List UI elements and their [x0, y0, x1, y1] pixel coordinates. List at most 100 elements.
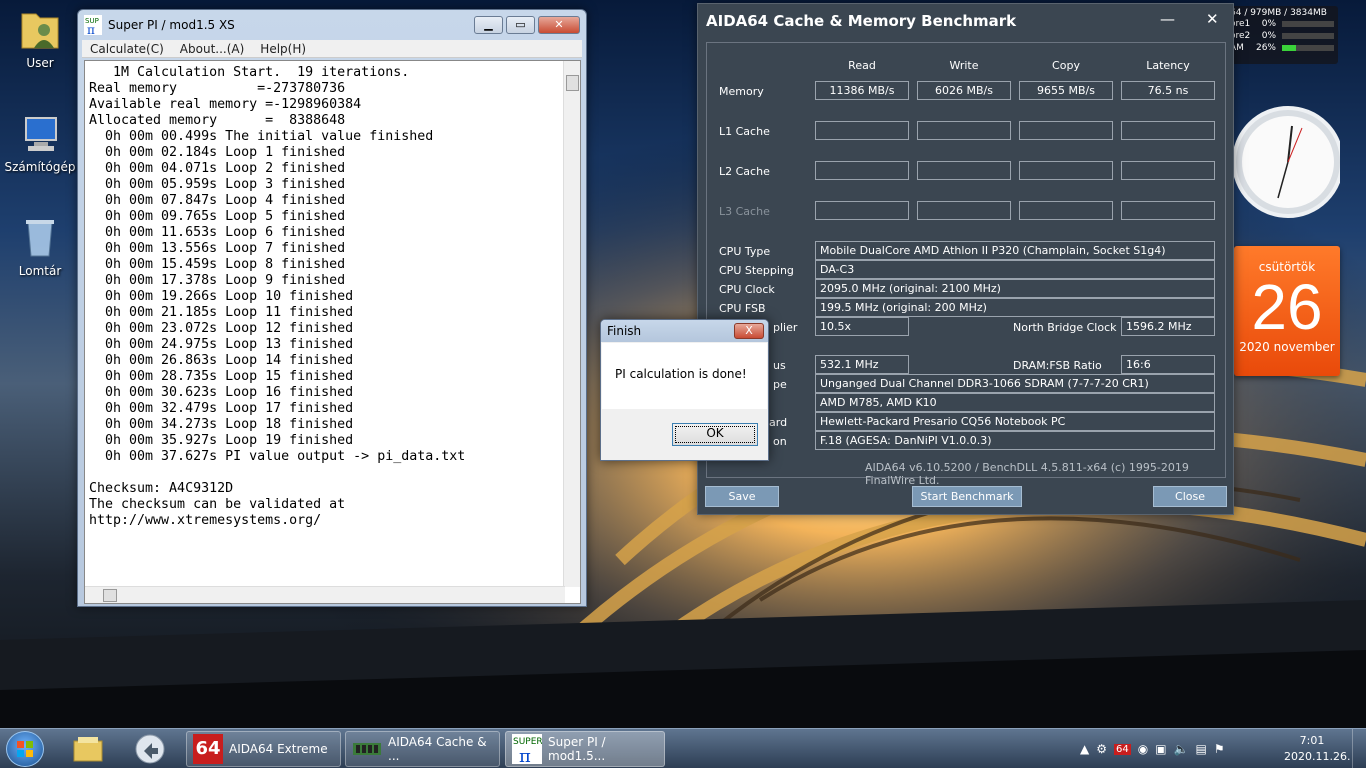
- aida64-benchmark-window[interactable]: AIDA64 Cache & Memory Benchmark — ✕ Read…: [697, 3, 1234, 515]
- network-icon[interactable]: ▤: [1196, 742, 1207, 756]
- aida64-tray-icon[interactable]: 64: [1114, 743, 1131, 755]
- clock-time: 7:01: [1299, 734, 1325, 747]
- media-quicklaunch-icon[interactable]: [134, 733, 166, 765]
- memory-latency-value: 76.5 ns: [1121, 81, 1215, 100]
- nb-clock-label: North Bridge Clock: [1013, 321, 1117, 334]
- desktop-icon-computer[interactable]: Számítógép: [4, 112, 76, 174]
- dialog-message: PI calculation is done!: [602, 343, 767, 409]
- bios-value: F.18 (AGESA: DanNiPI V1.0.0.3): [815, 431, 1215, 450]
- l1-read-value: [815, 121, 909, 140]
- calendar-month: 2020 november: [1239, 340, 1335, 354]
- l2-read-value: [815, 161, 909, 180]
- action-center-flag-icon[interactable]: ⚑: [1214, 742, 1225, 756]
- motherboard-value: Hewlett-Packard Presario CQ56 Notebook P…: [815, 412, 1215, 431]
- l3-latency-value: [1121, 201, 1215, 220]
- meter-bar: [1282, 21, 1334, 27]
- close-button[interactable]: ✕: [1206, 10, 1219, 28]
- meter-bar: [1282, 33, 1334, 39]
- close-button[interactable]: Close: [1153, 486, 1227, 507]
- cpu-type-label: CPU Type: [719, 245, 771, 258]
- multiplier-value: 10.5x: [815, 317, 909, 336]
- memory-type-label: pe: [773, 378, 787, 391]
- network-tray-icon[interactable]: ⚙: [1096, 742, 1107, 756]
- memory-type-value: Unganged Dual Channel DDR3-1066 SDRAM (7…: [815, 374, 1215, 393]
- usb-tray-icon[interactable]: ▣: [1155, 742, 1166, 756]
- computer-icon: [20, 112, 60, 156]
- menu-about[interactable]: About...(A): [172, 40, 253, 57]
- save-button[interactable]: Save: [705, 486, 779, 507]
- memory-write-value: 6026 MB/s: [917, 81, 1011, 100]
- memory-bus-value: 532.1 MHz: [815, 355, 909, 374]
- aida64-titlebar[interactable]: AIDA64 Cache & Memory Benchmark: [698, 4, 1233, 38]
- cpu-fsb-label: CPU FSB: [719, 302, 766, 315]
- cpu-clock-label: CPU Clock: [719, 283, 775, 296]
- dram-ratio-label: DRAM:FSB Ratio: [1013, 359, 1102, 372]
- ok-button[interactable]: OK: [672, 423, 758, 446]
- scroll-thumb[interactable]: [566, 75, 579, 91]
- cpu-meter-gadget: 64 / 979MB / 3834MB ore1 0% ore2 0% AM 26%: [1226, 6, 1338, 64]
- column-header-latency: Latency: [1146, 59, 1190, 72]
- taskbar-item-superpi[interactable]: SUPER π Super PI / mod1.5...: [505, 731, 665, 767]
- cpu-stepping-value: DA-C3: [815, 260, 1215, 279]
- desktop-icon-label: Lomtár: [18, 264, 62, 278]
- meter-row: ore2 0%: [1230, 30, 1334, 42]
- l2-latency-value: [1121, 161, 1215, 180]
- system-tray: ▲ ⚙ 64 ◉ ▣ 🔈 ▤ ⚑: [1080, 729, 1232, 768]
- start-button[interactable]: [6, 731, 44, 767]
- vertical-scrollbar[interactable]: [563, 61, 580, 587]
- taskbar-item-aida64-cache[interactable]: AIDA64 Cache & ...: [345, 731, 500, 767]
- l2-write-value: [917, 161, 1011, 180]
- svg-text:π: π: [519, 746, 531, 764]
- start-benchmark-button[interactable]: Start Benchmark: [912, 486, 1022, 507]
- memory-module-icon: [352, 734, 382, 764]
- row-label-l2: L2 Cache: [719, 165, 770, 178]
- user-folder-icon: [20, 8, 60, 52]
- meter-row: AM 26%: [1230, 42, 1334, 54]
- scroll-thumb[interactable]: [103, 589, 117, 602]
- minimize-button[interactable]: —: [1160, 10, 1175, 28]
- close-button[interactable]: ✕: [538, 16, 580, 34]
- explorer-quicklaunch-icon[interactable]: [72, 733, 104, 765]
- volume-icon[interactable]: 🔈: [1174, 742, 1189, 756]
- l3-write-value: [917, 201, 1011, 220]
- superpi-icon: SUPER π: [512, 734, 543, 767]
- superpi-output-area[interactable]: 1M Calculation Start. 19 iterations. Rea…: [84, 60, 581, 604]
- clock-date: 2020.11.26.: [1284, 750, 1351, 763]
- maximize-button[interactable]: ▭: [506, 16, 535, 34]
- menu-calculate[interactable]: Calculate(C): [82, 40, 172, 57]
- memory-bus-label: us: [773, 359, 786, 372]
- finish-dialog[interactable]: Finish X PI calculation is done! OK: [600, 319, 769, 461]
- l3-copy-value: [1019, 201, 1113, 220]
- l1-latency-value: [1121, 121, 1215, 140]
- taskbar-item-aida64-extreme[interactable]: 64 AIDA64 Extreme: [186, 731, 341, 767]
- superpi-title: Super PI / mod1.5 XS: [108, 18, 235, 32]
- show-hidden-icons-icon[interactable]: ▲: [1080, 742, 1089, 756]
- cpu-stepping-label: CPU Stepping: [719, 264, 794, 277]
- calendar-day: 26: [1251, 271, 1323, 343]
- taskbar-clock[interactable]: 7:01 2020.11.26.: [1284, 733, 1351, 765]
- svg-text:π: π: [87, 23, 95, 35]
- dialog-close-button[interactable]: X: [734, 323, 764, 339]
- meter-bar-fill: [1282, 45, 1296, 51]
- l1-copy-value: [1019, 121, 1113, 140]
- column-header-write: Write: [949, 59, 979, 72]
- desktop-icon-recycle-bin[interactable]: Lomtár: [4, 216, 76, 278]
- column-header-copy: Copy: [1052, 59, 1080, 72]
- memory-readout: 64 / 979MB / 3834MB: [1230, 8, 1327, 18]
- disk-tray-icon[interactable]: ◉: [1138, 742, 1148, 756]
- row-label-l1: L1 Cache: [719, 125, 770, 138]
- windows-logo-icon: [17, 741, 33, 757]
- menu-help[interactable]: Help(H): [252, 40, 314, 57]
- l2-copy-value: [1019, 161, 1113, 180]
- desktop-icon-user[interactable]: User: [4, 8, 76, 70]
- recycle-bin-icon: [20, 216, 60, 260]
- minimize-button[interactable]: ▁: [474, 16, 503, 34]
- superpi-window[interactable]: SUP π Super PI / mod1.5 XS ▁ ▭ ✕ Calculat…: [77, 9, 587, 607]
- benchmark-panel: Read Write Copy Latency Memory 11386 MB/…: [706, 42, 1226, 487]
- row-label-l3: L3 Cache: [719, 205, 770, 218]
- multiplier-label: plier: [773, 321, 798, 334]
- aida64-version-footer: AIDA64 v6.10.5200 / BenchDLL 4.5.811-x64…: [865, 461, 1189, 487]
- horizontal-scrollbar[interactable]: [85, 586, 565, 603]
- superpi-app-icon: SUPπ: [84, 15, 102, 35]
- show-desktop-button[interactable]: [1352, 729, 1366, 768]
